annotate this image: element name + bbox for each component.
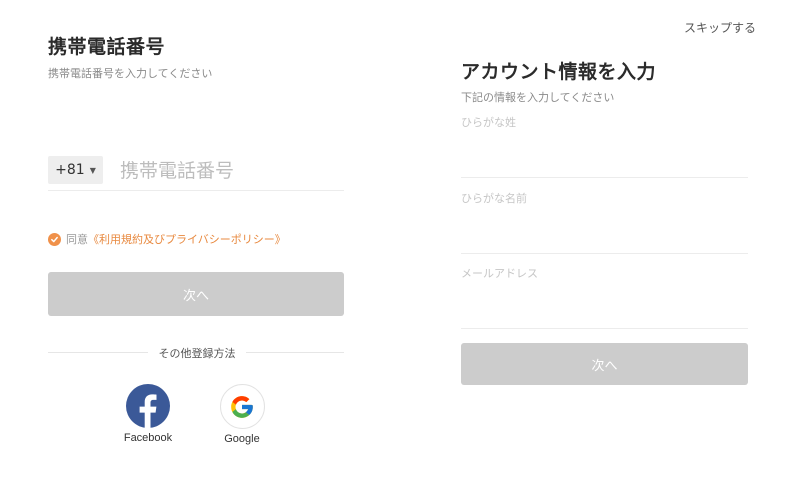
other-login-methods-label: その他登録方法 [158, 347, 236, 360]
email-field[interactable]: メールアドレス [461, 265, 748, 329]
next-button-phone[interactable]: 次へ [48, 272, 344, 316]
email-input[interactable] [461, 301, 748, 327]
google-icon [219, 384, 265, 429]
terms-privacy-link[interactable]: 《利用規約及びプライバシーポリシー》 [88, 231, 286, 247]
facebook-label: Facebook [123, 432, 173, 444]
hiragana-first-name-field[interactable]: ひらがな名前 [461, 190, 748, 254]
account-info-subtitle: 下記の情報を入力してください [461, 91, 615, 104]
phone-input-row: +81 ▼ [48, 156, 344, 191]
facebook-login-button[interactable]: Facebook [113, 384, 183, 444]
hiragana-last-name-input[interactable] [461, 150, 748, 176]
caret-down-icon: ▼ [89, 165, 96, 175]
agree-checkbox[interactable] [48, 232, 61, 246]
next-button-label: 次へ [182, 288, 209, 304]
email-label: メールアドレス [461, 267, 538, 280]
phone-section-title: 携帯電話番号 [48, 36, 166, 58]
agree-label: 同意 [66, 233, 88, 246]
google-login-button[interactable]: Google [207, 384, 277, 445]
next-button-account[interactable]: 次へ [461, 343, 748, 385]
divider-line-right [246, 352, 344, 353]
hiragana-first-name-label: ひらがな名前 [461, 192, 527, 205]
account-info-title: アカウント情報を入力 [461, 61, 657, 83]
hiragana-first-name-input[interactable] [461, 226, 748, 252]
facebook-icon [126, 384, 170, 428]
phone-section-subtitle: 携帯電話番号を入力してください [48, 67, 213, 80]
country-code-select[interactable]: +81 ▼ [48, 156, 103, 184]
checkmark-icon [51, 236, 58, 242]
agreement-row: 同意 《利用規約及びプライバシーポリシー》 [48, 231, 286, 247]
next-button-account-label: 次へ [591, 358, 618, 374]
phone-number-input[interactable] [120, 157, 340, 185]
google-label: Google [224, 433, 260, 445]
skip-link[interactable]: スキップする [684, 19, 756, 36]
country-code-value: +81 [55, 162, 85, 178]
hiragana-last-name-label: ひらがな姓 [461, 116, 516, 129]
divider-line-left [48, 352, 148, 353]
hiragana-last-name-field[interactable]: ひらがな姓 [461, 114, 748, 178]
